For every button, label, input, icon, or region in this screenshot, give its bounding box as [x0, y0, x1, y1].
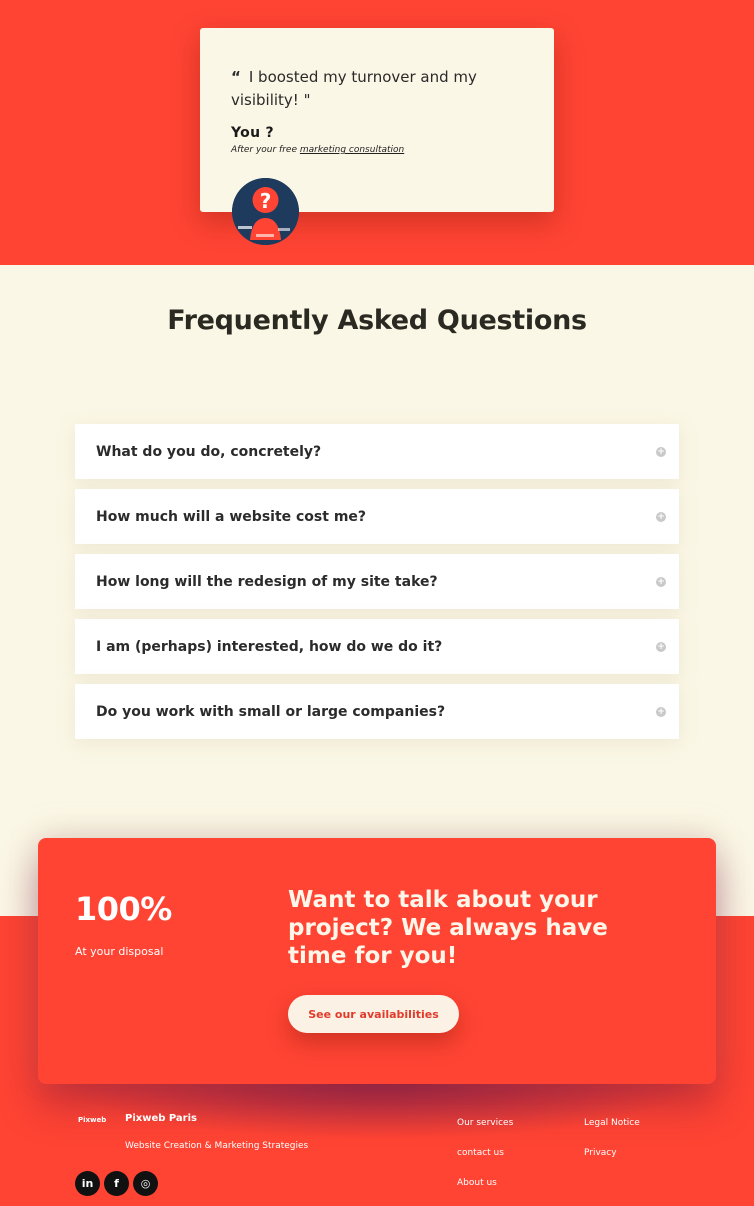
plus-circle-icon[interactable]: +: [656, 512, 666, 522]
quote-mark-icon: “: [231, 68, 241, 86]
faq-list: What do you do, concretely? + How much w…: [75, 424, 679, 749]
see-availabilities-button[interactable]: See our availabilities: [288, 995, 459, 1033]
footer-link-about-us[interactable]: About us: [457, 1178, 497, 1188]
testimonial-quote: “I boosted my turnover and my visibility…: [231, 66, 524, 112]
instagram-icon[interactable]: ◎: [133, 1171, 158, 1196]
cta-heading: Want to talk about your project? We alwa…: [288, 887, 608, 969]
brand-tagline: Website Creation & Marketing Strategies: [125, 1141, 309, 1151]
faq-question: I am (perhaps) interested, how do we do …: [96, 638, 443, 655]
testimonial-quote-text: I boosted my turnover and my visibility!…: [231, 68, 477, 109]
faq-title: Frequently Asked Questions: [167, 305, 587, 336]
faq-item-website-cost[interactable]: How much will a website cost me? +: [75, 489, 679, 544]
faq-question: Do you work with small or large companie…: [96, 703, 446, 720]
plus-circle-icon[interactable]: +: [656, 707, 666, 717]
plus-circle-icon[interactable]: +: [656, 642, 666, 652]
brand-name: Pixweb Paris: [125, 1113, 197, 1124]
faq-question: How long will the redesign of my site ta…: [96, 573, 438, 590]
facebook-icon[interactable]: f: [104, 1171, 129, 1196]
svg-text:?: ?: [260, 189, 272, 213]
faq-item-redesign-duration[interactable]: How long will the redesign of my site ta…: [75, 554, 679, 609]
testimonial-author: You ?: [231, 125, 274, 141]
faq-question: How much will a website cost me?: [96, 508, 367, 525]
testimonial-subline: After your free marketing consultation: [231, 145, 524, 155]
testimonial-sub-prefix: After your free: [231, 145, 300, 155]
cta-card: 100% At your disposal Want to talk about…: [38, 838, 716, 1084]
footer-link-legal-notice[interactable]: Legal Notice: [584, 1118, 640, 1128]
plus-circle-icon[interactable]: +: [656, 577, 666, 587]
stat-label: At your disposal: [75, 945, 164, 958]
brand-logo[interactable]: Pixweb: [78, 1116, 106, 1124]
linkedin-icon[interactable]: in: [75, 1171, 100, 1196]
question-avatar-icon: ?: [232, 178, 299, 245]
faq-item-what-do-you-do[interactable]: What do you do, concretely? +: [75, 424, 679, 479]
faq-item-company-size[interactable]: Do you work with small or large companie…: [75, 684, 679, 739]
footer-link-our-services[interactable]: Our services: [457, 1118, 513, 1128]
faq-item-how-to-start[interactable]: I am (perhaps) interested, how do we do …: [75, 619, 679, 674]
footer-shadow: [60, 1080, 700, 1140]
footer-link-contact-us[interactable]: contact us: [457, 1148, 504, 1158]
marketing-consultation-link[interactable]: marketing consultation: [300, 145, 404, 155]
plus-circle-icon[interactable]: +: [656, 447, 666, 457]
stat-value: 100%: [75, 890, 172, 928]
faq-question: What do you do, concretely?: [96, 443, 322, 460]
footer-link-privacy[interactable]: Privacy: [584, 1148, 617, 1158]
